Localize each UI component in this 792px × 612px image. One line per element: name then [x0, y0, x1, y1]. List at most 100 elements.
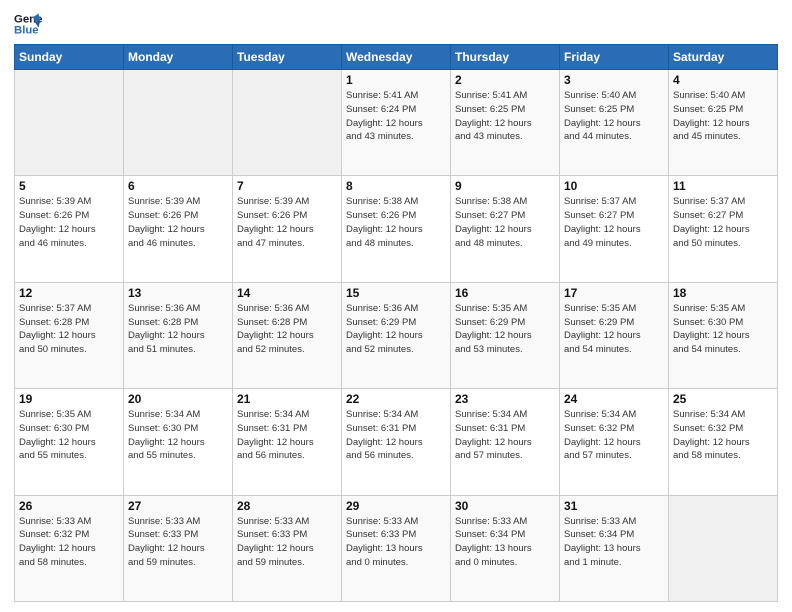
- calendar-cell: 20Sunrise: 5:34 AM Sunset: 6:30 PM Dayli…: [124, 389, 233, 495]
- day-info: Sunrise: 5:38 AM Sunset: 6:27 PM Dayligh…: [455, 195, 555, 250]
- week-row-4: 19 Sunrise: 5:35 AM Sunset: 6:30 PM Dayli…: [15, 389, 778, 495]
- day-info: Sunrise: 5:35 AM Sunset: 6:29 PM Dayligh…: [564, 302, 664, 357]
- day-info: Sunrise: 5:34 AM Sunset: 6:31 PM Dayligh…: [237, 408, 337, 463]
- calendar-cell: 6 Sunrise: 5:39 AM Sunset: 6:26 PM Daylig…: [124, 176, 233, 282]
- day-number: 7: [237, 179, 337, 193]
- day-number: 31: [564, 499, 664, 513]
- day-number: 1: [346, 73, 446, 87]
- day-number: 28: [237, 499, 337, 513]
- day-info: Sunrise: 5:41 AM Sunset: 6:24 PM Dayligh…: [346, 89, 446, 144]
- logo-icon: General Blue: [14, 10, 42, 38]
- day-number: 6: [128, 179, 228, 193]
- day-number: 2: [455, 73, 555, 87]
- calendar-cell: 11 Sunrise: 5:37 AM Sunset: 6:27 PM Dayli…: [669, 176, 778, 282]
- day-info: Sunrise: 5:34 AM Sunset: 6:32 PM Dayligh…: [673, 408, 773, 463]
- day-number: 24: [564, 392, 664, 406]
- calendar-cell: 23 Sunrise: 5:34 AM Sunset: 6:31 PM Dayli…: [451, 389, 560, 495]
- day-number: 21: [237, 392, 337, 406]
- calendar-table: SundayMondayTuesdayWednesdayThursdayFrid…: [14, 44, 778, 602]
- day-number: 16: [455, 286, 555, 300]
- day-info: Sunrise: 5:34 AM Sunset: 6:31 PM Dayligh…: [346, 408, 446, 463]
- calendar-cell: 18Sunrise: 5:35 AM Sunset: 6:30 PM Dayli…: [669, 282, 778, 388]
- day-info: Sunrise: 5:33 AM Sunset: 6:33 PM Dayligh…: [128, 515, 228, 570]
- calendar-cell: 29Sunrise: 5:33 AM Sunset: 6:33 PM Dayli…: [342, 495, 451, 601]
- day-number: 22: [346, 392, 446, 406]
- weekday-header-thursday: Thursday: [451, 45, 560, 70]
- day-number: 30: [455, 499, 555, 513]
- calendar-cell: 5Sunrise: 5:39 AM Sunset: 6:26 PM Daylig…: [15, 176, 124, 282]
- day-info: Sunrise: 5:37 AM Sunset: 6:28 PM Dayligh…: [19, 302, 119, 357]
- day-number: 19: [19, 392, 119, 406]
- header: General Blue: [14, 10, 778, 38]
- week-row-1: 1 Sunrise: 5:41 AM Sunset: 6:24 PM Daylig…: [15, 70, 778, 176]
- calendar-cell: [15, 70, 124, 176]
- svg-text:Blue: Blue: [14, 25, 39, 37]
- day-number: 4: [673, 73, 773, 87]
- weekday-header-sunday: Sunday: [15, 45, 124, 70]
- day-info: Sunrise: 5:38 AM Sunset: 6:26 PM Dayligh…: [346, 195, 446, 250]
- day-info: Sunrise: 5:33 AM Sunset: 6:33 PM Dayligh…: [237, 515, 337, 570]
- day-number: 10: [564, 179, 664, 193]
- calendar-cell: 28 Sunrise: 5:33 AM Sunset: 6:33 PM Dayli…: [233, 495, 342, 601]
- day-info: Sunrise: 5:36 AM Sunset: 6:28 PM Dayligh…: [128, 302, 228, 357]
- calendar-cell: 16Sunrise: 5:35 AM Sunset: 6:29 PM Dayli…: [451, 282, 560, 388]
- day-info: Sunrise: 5:37 AM Sunset: 6:27 PM Dayligh…: [564, 195, 664, 250]
- day-info: Sunrise: 5:33 AM Sunset: 6:33 PM Dayligh…: [346, 515, 446, 570]
- day-number: 3: [564, 73, 664, 87]
- weekday-header-wednesday: Wednesday: [342, 45, 451, 70]
- calendar-cell: [669, 495, 778, 601]
- day-info: Sunrise: 5:36 AM Sunset: 6:28 PM Dayligh…: [237, 302, 337, 357]
- logo: General Blue: [14, 10, 42, 38]
- calendar-cell: 14 Sunrise: 5:36 AM Sunset: 6:28 PM Dayli…: [233, 282, 342, 388]
- day-info: Sunrise: 5:34 AM Sunset: 6:31 PM Dayligh…: [455, 408, 555, 463]
- calendar-cell: [233, 70, 342, 176]
- calendar-cell: 7 Sunrise: 5:39 AM Sunset: 6:26 PM Daylig…: [233, 176, 342, 282]
- day-info: Sunrise: 5:39 AM Sunset: 6:26 PM Dayligh…: [128, 195, 228, 250]
- week-row-3: 12Sunrise: 5:37 AM Sunset: 6:28 PM Dayli…: [15, 282, 778, 388]
- calendar-cell: 31Sunrise: 5:33 AM Sunset: 6:34 PM Dayli…: [560, 495, 669, 601]
- calendar-cell: 27 Sunrise: 5:33 AM Sunset: 6:33 PM Dayli…: [124, 495, 233, 601]
- week-row-2: 5Sunrise: 5:39 AM Sunset: 6:26 PM Daylig…: [15, 176, 778, 282]
- calendar-cell: 13 Sunrise: 5:36 AM Sunset: 6:28 PM Dayli…: [124, 282, 233, 388]
- calendar-cell: 26 Sunrise: 5:33 AM Sunset: 6:32 PM Dayli…: [15, 495, 124, 601]
- day-number: 17: [564, 286, 664, 300]
- calendar-cell: 17 Sunrise: 5:35 AM Sunset: 6:29 PM Dayli…: [560, 282, 669, 388]
- day-info: Sunrise: 5:33 AM Sunset: 6:32 PM Dayligh…: [19, 515, 119, 570]
- day-number: 13: [128, 286, 228, 300]
- weekday-header-monday: Monday: [124, 45, 233, 70]
- day-info: Sunrise: 5:35 AM Sunset: 6:30 PM Dayligh…: [19, 408, 119, 463]
- day-number: 26: [19, 499, 119, 513]
- day-info: Sunrise: 5:39 AM Sunset: 6:26 PM Dayligh…: [237, 195, 337, 250]
- day-info: Sunrise: 5:33 AM Sunset: 6:34 PM Dayligh…: [455, 515, 555, 570]
- day-info: Sunrise: 5:37 AM Sunset: 6:27 PM Dayligh…: [673, 195, 773, 250]
- day-number: 18: [673, 286, 773, 300]
- calendar-cell: 3Sunrise: 5:40 AM Sunset: 6:25 PM Daylig…: [560, 70, 669, 176]
- day-info: Sunrise: 5:34 AM Sunset: 6:32 PM Dayligh…: [564, 408, 664, 463]
- calendar-cell: 19 Sunrise: 5:35 AM Sunset: 6:30 PM Dayli…: [15, 389, 124, 495]
- calendar-cell: 10 Sunrise: 5:37 AM Sunset: 6:27 PM Dayli…: [560, 176, 669, 282]
- weekday-header-friday: Friday: [560, 45, 669, 70]
- page: General Blue SundayMondayTuesdayWednesda…: [0, 0, 792, 612]
- calendar-cell: 1 Sunrise: 5:41 AM Sunset: 6:24 PM Daylig…: [342, 70, 451, 176]
- weekday-header-row: SundayMondayTuesdayWednesdayThursdayFrid…: [15, 45, 778, 70]
- day-number: 27: [128, 499, 228, 513]
- calendar-cell: 25 Sunrise: 5:34 AM Sunset: 6:32 PM Dayli…: [669, 389, 778, 495]
- weekday-header-tuesday: Tuesday: [233, 45, 342, 70]
- day-info: Sunrise: 5:40 AM Sunset: 6:25 PM Dayligh…: [673, 89, 773, 144]
- calendar-cell: 9 Sunrise: 5:38 AM Sunset: 6:27 PM Daylig…: [451, 176, 560, 282]
- day-number: 11: [673, 179, 773, 193]
- day-number: 23: [455, 392, 555, 406]
- day-number: 14: [237, 286, 337, 300]
- calendar-cell: [124, 70, 233, 176]
- day-number: 25: [673, 392, 773, 406]
- calendar-cell: 15 Sunrise: 5:36 AM Sunset: 6:29 PM Dayli…: [342, 282, 451, 388]
- calendar-cell: 21 Sunrise: 5:34 AM Sunset: 6:31 PM Dayli…: [233, 389, 342, 495]
- calendar-cell: 2 Sunrise: 5:41 AM Sunset: 6:25 PM Daylig…: [451, 70, 560, 176]
- day-number: 15: [346, 286, 446, 300]
- day-info: Sunrise: 5:36 AM Sunset: 6:29 PM Dayligh…: [346, 302, 446, 357]
- week-row-5: 26 Sunrise: 5:33 AM Sunset: 6:32 PM Dayli…: [15, 495, 778, 601]
- day-number: 9: [455, 179, 555, 193]
- day-info: Sunrise: 5:41 AM Sunset: 6:25 PM Dayligh…: [455, 89, 555, 144]
- calendar-cell: 22 Sunrise: 5:34 AM Sunset: 6:31 PM Dayli…: [342, 389, 451, 495]
- day-number: 8: [346, 179, 446, 193]
